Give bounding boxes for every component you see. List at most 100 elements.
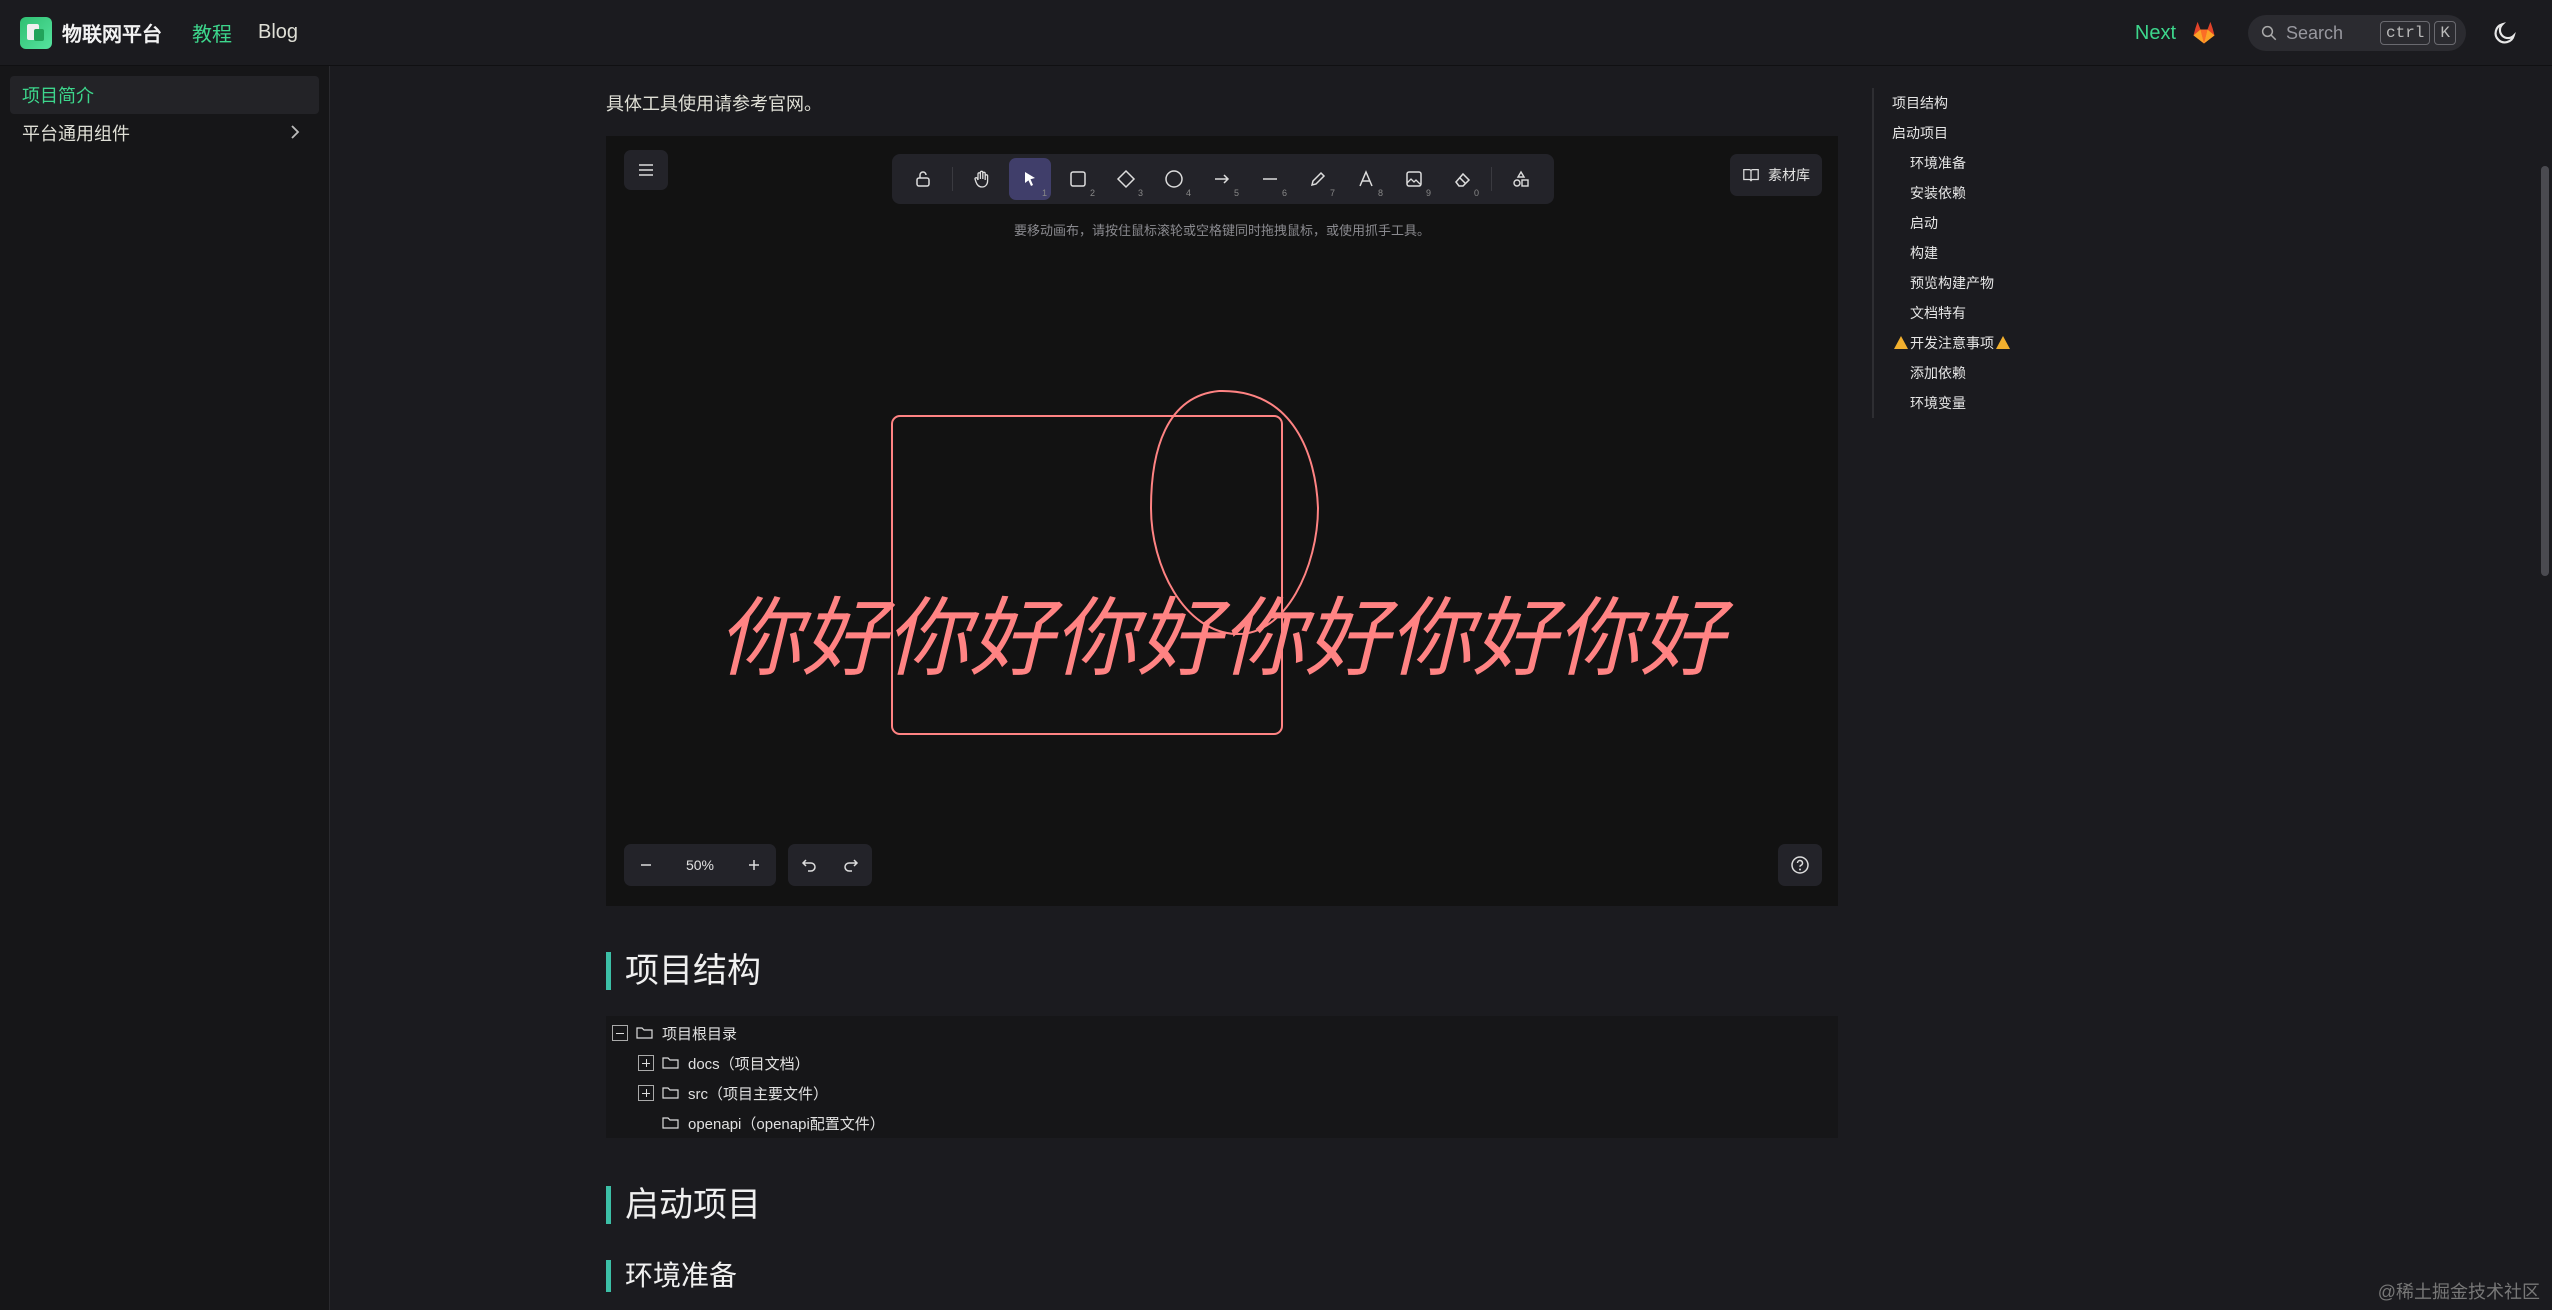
pencil-tool[interactable]: 7: [1297, 158, 1339, 200]
search-key-k: K: [2434, 21, 2456, 45]
zoom-level[interactable]: 50%: [668, 857, 732, 873]
top-navbar: 物联网平台 教程 Blog Next Search ctrl K: [0, 0, 2552, 66]
chevron-right-icon[interactable]: [287, 124, 303, 140]
page-scrollbar[interactable]: [2538, 66, 2552, 1310]
tree-row-root[interactable]: 项目根目录: [612, 1020, 737, 1046]
shapes-icon: [1513, 170, 1529, 187]
arrow-tool[interactable]: 5: [1201, 158, 1243, 200]
zoom-out-button[interactable]: [624, 844, 668, 886]
brand-title: 物联网平台: [62, 24, 162, 46]
tree-row-docs[interactable]: docs（项目文档）: [638, 1050, 810, 1076]
toc-item-dev-notes[interactable]: 开发注意事项: [1892, 328, 2132, 358]
selection-tool[interactable]: 1: [1009, 158, 1051, 200]
library-label: 素材库: [1768, 167, 1810, 183]
tree-label: openapi（openapi配置文件）: [688, 1115, 885, 1133]
eraser-tool[interactable]: 0: [1441, 158, 1483, 200]
collapse-icon[interactable]: [612, 1025, 628, 1041]
tree-label: 项目根目录: [662, 1025, 738, 1043]
tree-row-openapi[interactable]: openapi（openapi配置文件）: [662, 1110, 885, 1136]
moon-icon[interactable]: [2492, 20, 2518, 46]
tool-shortcut: 3: [1137, 188, 1143, 198]
section-heading-env: 环境准备: [606, 1260, 737, 1292]
brand-logo-icon: [20, 16, 52, 49]
tree-row-src[interactable]: src（项目主要文件）: [638, 1080, 828, 1106]
image-icon: [1406, 171, 1422, 187]
image-tool[interactable]: 9: [1393, 158, 1435, 200]
sidebar-item-components[interactable]: 平台通用组件: [10, 114, 319, 152]
expand-icon[interactable]: [638, 1085, 654, 1101]
toc-item-start[interactable]: 启动项目: [1892, 118, 2132, 148]
navbar-right: Next Search ctrl K: [2135, 0, 2552, 66]
book-icon: [1743, 168, 1759, 182]
diamond-tool[interactable]: 3: [1105, 158, 1147, 200]
tool-shortcut: 1: [1041, 188, 1047, 198]
eraser-icon: [1455, 172, 1471, 187]
search-label: Search: [2286, 22, 2344, 43]
lock-tool[interactable]: [902, 158, 944, 200]
arrow-right-icon: [1215, 174, 1230, 184]
toc-item-add-deps[interactable]: 添加依赖: [1892, 358, 2132, 388]
toc-item-env[interactable]: 环境准备: [1892, 148, 2132, 178]
toc-item-docs-specific[interactable]: 文档特有: [1892, 298, 2132, 328]
hand-icon: [974, 170, 989, 188]
redo-button[interactable]: [830, 844, 872, 886]
library-button[interactable]: 素材库: [1730, 154, 1822, 196]
circle-icon: [1165, 170, 1183, 188]
sidebar-item-intro[interactable]: 项目简介: [10, 76, 319, 114]
unlock-icon: [916, 171, 930, 187]
menu-button[interactable]: [624, 150, 668, 190]
undo-button[interactable]: [788, 844, 830, 886]
folder-icon: [662, 1087, 679, 1099]
hand-tool[interactable]: [961, 158, 1003, 200]
toolbar-separator: [1491, 167, 1492, 191]
tree-label: docs（项目文档）: [688, 1055, 810, 1073]
drawing-toolbar: 1 2 3 4 5 6 7 8 9 0: [892, 154, 1554, 204]
sidebar-item-label: 项目简介: [22, 86, 94, 106]
tree-label: src（项目主要文件）: [688, 1085, 828, 1103]
folder-icon: [662, 1057, 679, 1069]
redo-icon: [844, 859, 859, 872]
search-button[interactable]: Search ctrl K: [2248, 15, 2466, 51]
intro-text: 具体工具使用请参考官网。: [606, 94, 822, 114]
toc-item-env-vars[interactable]: 环境变量: [1892, 388, 2132, 418]
brand[interactable]: 物联网平台: [20, 16, 162, 49]
hamburger-icon: [639, 164, 653, 176]
watermark: @稀土掘金技术社区: [2377, 1282, 2540, 1302]
tool-shortcut: 0: [1473, 188, 1479, 198]
main-nav: 教程 Blog: [192, 18, 298, 47]
toc-item-install[interactable]: 安装依赖: [1892, 178, 2132, 208]
history-controls: [788, 844, 872, 886]
line-tool[interactable]: 6: [1249, 158, 1291, 200]
tool-shortcut: 4: [1185, 188, 1191, 198]
rectangle-icon: [1070, 171, 1086, 187]
warning-icon: [1996, 336, 2010, 349]
tool-shortcut: 7: [1329, 188, 1335, 198]
section-heading-start: 启动项目: [606, 1186, 761, 1224]
scrollbar-thumb[interactable]: [2541, 166, 2549, 576]
tool-shortcut: 9: [1425, 188, 1431, 198]
expand-icon[interactable]: [638, 1055, 654, 1071]
nav-link-tutorial[interactable]: 教程: [192, 18, 232, 47]
canvas-drawing: 你好你好你好你好你好你好: [718, 389, 1734, 735]
rectangle-tool[interactable]: 2: [1057, 158, 1099, 200]
toc-item-build[interactable]: 构建: [1892, 238, 2132, 268]
undo-icon: [801, 859, 816, 872]
text-tool[interactable]: 8: [1345, 158, 1387, 200]
toc-item-structure[interactable]: 项目结构: [1892, 88, 2132, 118]
toc-item-run[interactable]: 启动: [1892, 208, 2132, 238]
excalidraw-board[interactable]: 你好你好你好你好你好你好 1 2 3 4 5 6 7 8 9 0 素材库 要移动…: [606, 136, 1838, 906]
warning-icon: [1894, 336, 1908, 349]
help-button[interactable]: [1778, 844, 1822, 886]
search-key-ctrl: ctrl: [2379, 21, 2431, 45]
canvas-hint: 要移动画布，请按住鼠标滚轮或空格键同时拖拽鼠标，或使用抓手工具。: [1013, 223, 1430, 238]
nav-link-blog[interactable]: Blog: [258, 21, 298, 44]
folder-open-icon: [636, 1027, 653, 1039]
ellipse-tool[interactable]: 4: [1153, 158, 1195, 200]
extra-shapes-tool[interactable]: [1500, 158, 1542, 200]
gitlab-icon[interactable]: [2190, 19, 2218, 47]
tool-shortcut: 8: [1377, 188, 1383, 198]
toc-item-preview[interactable]: 预览构建产物: [1892, 268, 2132, 298]
next-link[interactable]: Next: [2135, 22, 2176, 45]
zoom-in-button[interactable]: [732, 844, 776, 886]
plus-icon: [749, 860, 759, 870]
